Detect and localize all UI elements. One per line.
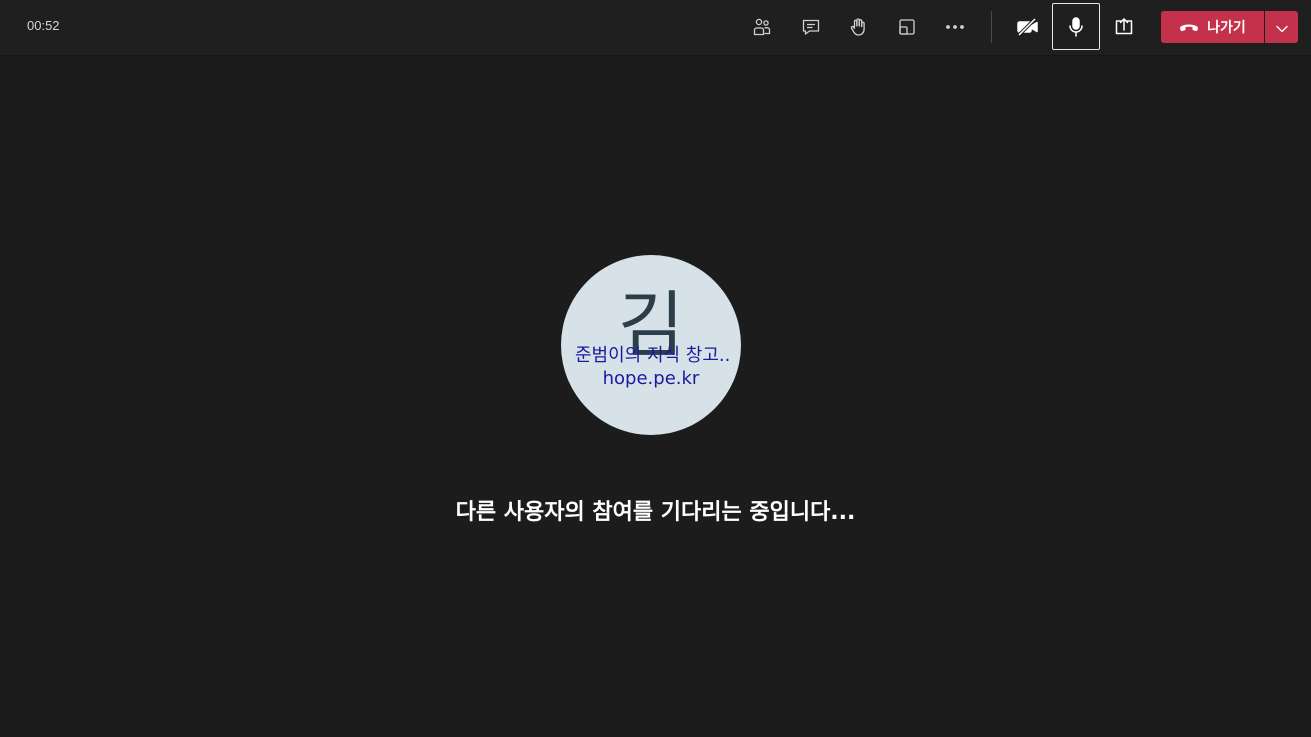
leave-label: 나가기 xyxy=(1207,20,1246,36)
hang-up-icon xyxy=(1179,18,1199,37)
more-icon xyxy=(944,17,966,37)
leave-control: 나가기 xyxy=(1161,11,1298,43)
mic-icon xyxy=(1066,16,1086,38)
rooms-icon xyxy=(897,17,917,37)
call-toolbar: 00:52 나가기 xyxy=(0,0,1311,56)
call-stage: 김 준범이의 지식 창고.. hope.pe.kr 다른 사용자의 참여를 기다… xyxy=(0,57,1311,737)
leave-options-dropdown[interactable] xyxy=(1265,11,1298,43)
waiting-message: 다른 사용자의 참여를 기다리는 중입니다... xyxy=(455,500,856,525)
breakout-rooms-button[interactable] xyxy=(883,3,931,50)
camera-off-icon xyxy=(1016,17,1040,37)
chat-icon xyxy=(801,17,821,37)
share-icon xyxy=(1113,17,1135,37)
chevron-down-icon xyxy=(1275,18,1288,37)
toolbar-divider xyxy=(991,11,992,43)
camera-toggle-button[interactable] xyxy=(1004,3,1052,50)
show-participants-button[interactable] xyxy=(738,3,786,50)
participant-avatar: 김 준범이의 지식 창고.. hope.pe.kr xyxy=(561,255,741,435)
leave-button[interactable]: 나가기 xyxy=(1161,11,1264,43)
share-content-button[interactable] xyxy=(1100,3,1148,50)
people-icon xyxy=(752,17,772,37)
hand-icon xyxy=(848,17,868,37)
call-timer: 00:52 xyxy=(27,18,60,33)
mic-toggle-button[interactable] xyxy=(1052,3,1100,50)
watermark-url: hope.pe.kr xyxy=(602,368,700,389)
show-conversation-button[interactable] xyxy=(787,3,835,50)
raise-hand-button[interactable] xyxy=(834,3,882,50)
more-actions-button[interactable] xyxy=(931,3,979,50)
watermark-text: 준범이의 지식 창고.. xyxy=(575,345,731,366)
